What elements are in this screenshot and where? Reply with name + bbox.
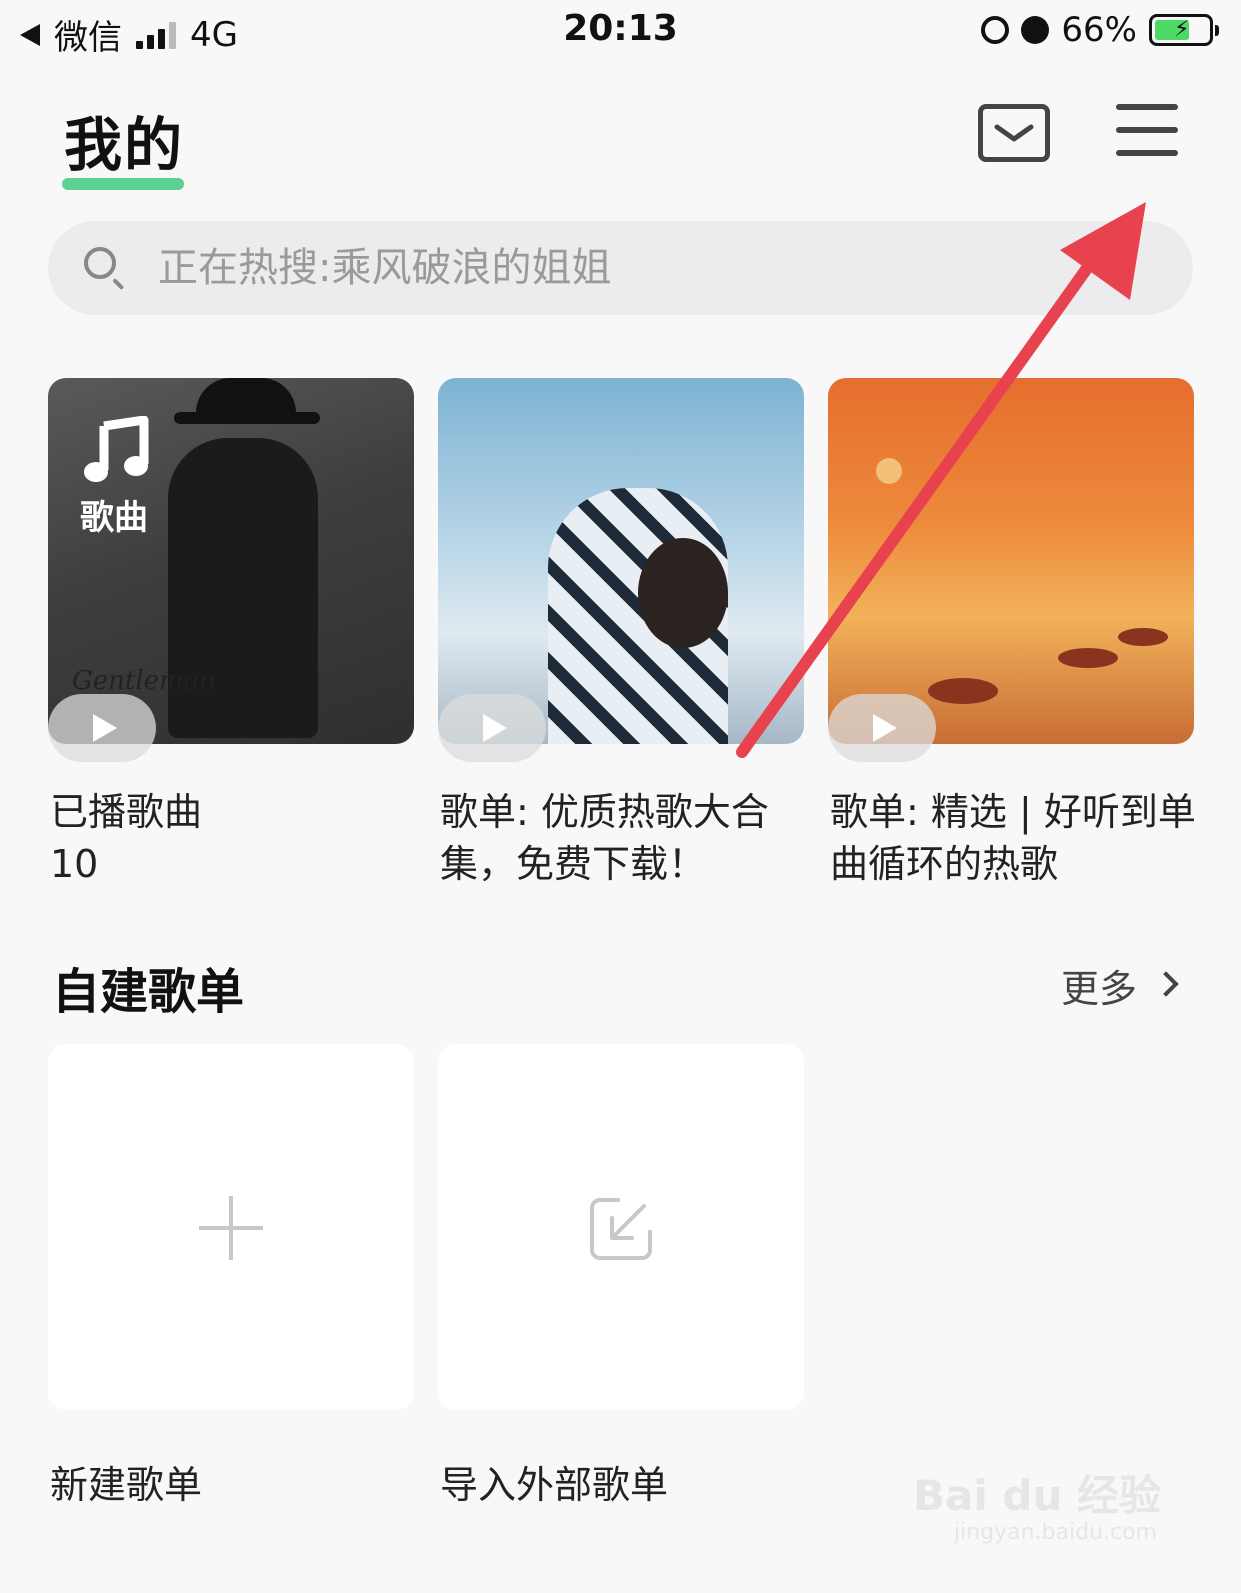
search-input[interactable] [158,238,1158,298]
menu-icon-bar [1116,150,1178,156]
battery-icon: ⚡ [1149,14,1219,46]
search-icon [84,247,116,279]
menu-icon-bar [1116,127,1178,133]
cover-art-text: Gentleman [72,666,216,696]
message-button[interactable] [978,104,1050,162]
mail-icon [994,124,1034,142]
cover-singer-head [638,538,728,648]
page-title[interactable]: 我的 [64,98,184,182]
search-bar[interactable] [48,221,1193,315]
import-playlist-tile[interactable] [438,1044,804,1410]
more-link[interactable]: 更多 [1060,958,1179,1013]
recent-songs-cover[interactable]: 歌曲 Gentleman [48,378,414,744]
cover-sun [876,458,902,484]
tab-underline [62,178,184,190]
import-icon [590,1198,652,1260]
cover-rock [1118,628,1168,646]
cover-count: 10 [50,842,99,886]
playlist-cover-selected[interactable] [828,378,1194,744]
new-playlist-tile[interactable] [48,1044,414,1410]
menu-icon-bar [1116,104,1178,110]
more-label: 更多 [1060,967,1137,1011]
cover-title[interactable]: 已播歌曲 [50,786,416,838]
watermark-url: jingyan.baidu.com [953,1520,1157,1545]
watermark-logo: Bai du 经验 [913,1471,1161,1520]
chevron-right-icon [1153,970,1179,997]
play-button[interactable] [828,694,936,762]
charging-bolt-icon: ⚡ [1174,17,1190,42]
status-right: 66% ⚡ [981,10,1219,50]
music-note-icon [84,416,149,482]
tile-label[interactable]: 导入外部歌单 [440,1454,668,1509]
cover-title[interactable]: 歌单: 优质热歌大合集，免费下载！ [440,786,806,890]
cover-badge: 歌曲 [80,498,148,538]
cover-figure-brim [174,412,320,424]
section-title: 自建歌单 [52,964,245,1020]
playlist-cover-hot[interactable] [438,378,804,744]
plus-icon [199,1226,263,1230]
cover-rock [1058,648,1118,668]
play-button[interactable] [438,694,546,762]
battery-percent: 66% [1061,10,1137,50]
menu-button[interactable] [1116,104,1178,162]
play-button[interactable] [48,694,156,762]
alarm-icon [1021,16,1050,44]
cover-rock [928,678,998,704]
status-bar: 微信 4G 20:13 66% ⚡ [0,0,1241,62]
tile-label[interactable]: 新建歌单 [50,1454,202,1509]
cover-title[interactable]: 歌单: 精选 | 好听到单曲循环的热歌 [830,786,1196,890]
rotation-lock-icon [981,16,1010,44]
